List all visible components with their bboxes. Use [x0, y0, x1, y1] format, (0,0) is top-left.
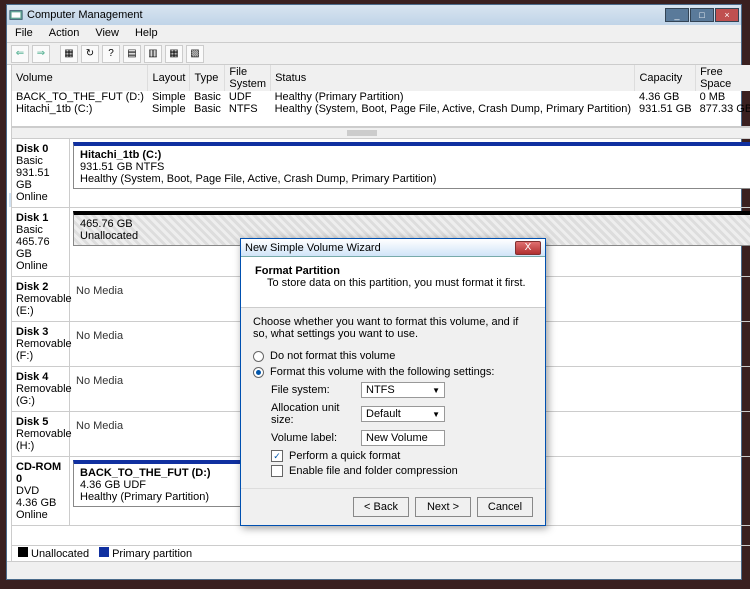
checkbox-icon[interactable]: ✓ — [271, 450, 283, 462]
partition[interactable]: Hitachi_1tb (C:)931.51 GB NTFSHealthy (S… — [73, 142, 750, 189]
toolbar-icon[interactable]: ▦ — [165, 45, 183, 63]
col-type[interactable]: Type — [190, 65, 225, 91]
radio-icon[interactable] — [253, 367, 264, 378]
toolbar-icon[interactable]: ▦ — [60, 45, 78, 63]
dialog-close-button[interactable]: X — [515, 241, 541, 255]
next-button[interactable]: Next > — [415, 497, 471, 517]
volume-row[interactable]: BACK_TO_THE_FUT (D:)SimpleBasicUDFHealth… — [12, 91, 750, 103]
legend: Unallocated Primary partition — [12, 545, 750, 561]
maximize-button[interactable]: □ — [690, 8, 714, 22]
volume-label-input[interactable]: New Volume — [361, 430, 445, 446]
toolbar-icon[interactable]: ▧ — [186, 45, 204, 63]
option-no-format[interactable]: Do not format this volume — [253, 350, 533, 362]
volume-list[interactable]: Volume Layout Type File System Status Ca… — [12, 65, 750, 127]
toolbar: ⇐ ⇒ ▦ ↻ ? ▤ ▥ ▦ ▧ — [7, 43, 741, 65]
vol-label: Volume label: — [271, 432, 361, 444]
toolbar-icon[interactable]: ▥ — [144, 45, 162, 63]
menu-file[interactable]: File — [7, 25, 41, 42]
chevron-down-icon: ▼ — [432, 410, 440, 419]
dialog-titlebar: New Simple Volume Wizard X — [241, 239, 545, 257]
radio-icon[interactable] — [253, 351, 264, 362]
close-button[interactable]: × — [715, 8, 739, 22]
volume-row[interactable]: Hitachi_1tb (C:)SimpleBasicNTFSHealthy (… — [12, 103, 750, 115]
minimize-button[interactable]: _ — [665, 8, 689, 22]
col-volume[interactable]: Volume — [12, 65, 148, 91]
menu-action[interactable]: Action — [41, 25, 88, 42]
dialog-prompt: Choose whether you want to format this v… — [253, 316, 533, 340]
refresh-button[interactable]: ↻ — [81, 45, 99, 63]
fs-select[interactable]: NTFS▼ — [361, 382, 445, 398]
statusbar — [7, 561, 741, 579]
menu-view[interactable]: View — [87, 25, 127, 42]
chevron-down-icon: ▼ — [432, 386, 440, 395]
menu-help[interactable]: Help — [127, 25, 166, 42]
back-button[interactable]: ⇐ — [11, 45, 29, 63]
help-button[interactable]: ? — [102, 45, 120, 63]
compression-checkbox[interactable]: Enable file and folder compression — [271, 465, 533, 477]
alloc-label: Allocation unit size: — [271, 402, 361, 426]
menubar: File Action View Help — [7, 25, 741, 43]
titlebar: Computer Management _ □ × — [7, 5, 741, 25]
cancel-button[interactable]: Cancel — [477, 497, 533, 517]
fs-label: File system: — [271, 384, 361, 396]
app-icon — [9, 8, 23, 22]
option-format[interactable]: Format this volume with the following se… — [253, 366, 533, 378]
col-fs[interactable]: File System — [225, 65, 271, 91]
forward-button[interactable]: ⇒ — [32, 45, 50, 63]
new-simple-volume-wizard: New Simple Volume Wizard X Format Partit… — [240, 238, 546, 526]
quick-format-checkbox[interactable]: ✓Perform a quick format — [271, 450, 533, 462]
dialog-subheading: To store data on this partition, you mus… — [255, 277, 531, 289]
window-title: Computer Management — [27, 9, 665, 21]
disk-row[interactable]: Disk 0Basic931.51 GBOnline Hitachi_1tb (… — [12, 139, 750, 208]
alloc-select[interactable]: Default▼ — [361, 406, 445, 422]
col-free[interactable]: Free Space — [696, 65, 750, 91]
dialog-title: New Simple Volume Wizard — [245, 242, 515, 254]
checkbox-icon[interactable] — [271, 465, 283, 477]
dialog-heading: Format Partition — [255, 265, 531, 277]
scrollbar[interactable] — [12, 127, 750, 139]
col-capacity[interactable]: Capacity — [635, 65, 696, 91]
toolbar-icon[interactable]: ▤ — [123, 45, 141, 63]
col-layout[interactable]: Layout — [148, 65, 190, 91]
back-button[interactable]: < Back — [353, 497, 409, 517]
col-status[interactable]: Status — [271, 65, 635, 91]
